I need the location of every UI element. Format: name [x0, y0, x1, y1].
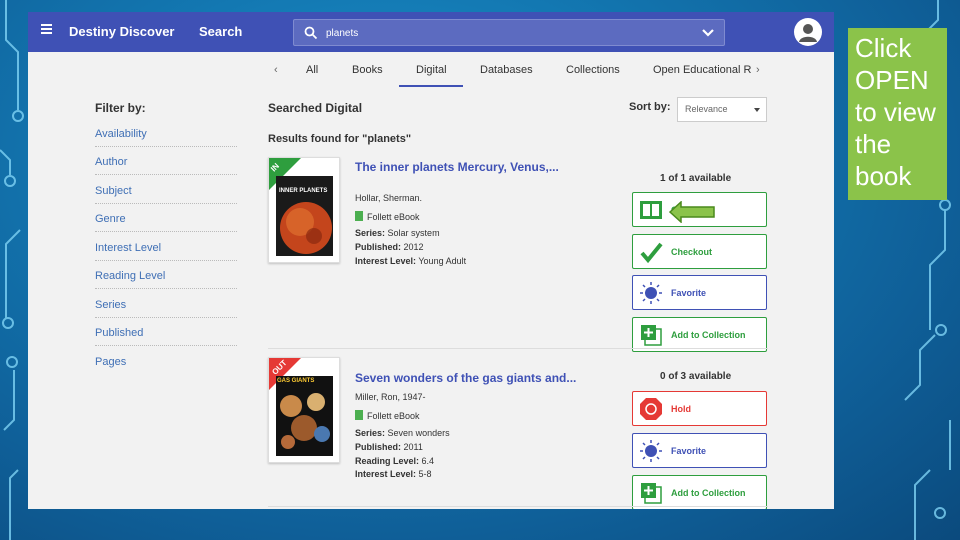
destiny-discover-window: Destiny Discover Search ‹ All Books Digi…	[28, 12, 834, 509]
result-published: Published: 2012	[355, 242, 424, 252]
filter-published[interactable]: Published	[95, 327, 237, 346]
hold-stop-icon	[640, 398, 662, 420]
favorite-label: Favorite	[671, 446, 707, 456]
filter-author[interactable]: Author	[95, 156, 237, 175]
cover-art	[276, 376, 333, 456]
filter-subject[interactable]: Subject	[95, 185, 237, 204]
checkout-button[interactable]: Checkout	[632, 234, 767, 269]
result-item: OUT GAS GIANTS Seven wonders of the gas …	[268, 357, 767, 509]
sort-label: Sort by:	[629, 101, 671, 113]
search-input[interactable]	[326, 24, 686, 42]
favorite-button[interactable]: Favorite	[632, 275, 767, 310]
tab-databases[interactable]: Databases	[480, 64, 533, 76]
result-author[interactable]: Hollar, Sherman.	[355, 193, 422, 203]
add-to-collection-button[interactable]: Add to Collection	[632, 475, 767, 509]
filter-pages[interactable]: Pages	[95, 356, 237, 374]
result-author[interactable]: Miller, Ron, 1947-	[355, 392, 426, 402]
availability-text: 0 of 3 available	[660, 371, 732, 382]
search-icon	[304, 26, 318, 40]
results-found-text: Results found for "planets"	[268, 133, 412, 145]
tab-scroll-left-icon[interactable]: ‹	[274, 64, 278, 76]
pointer-arrow-icon	[669, 201, 715, 223]
result-series: Series: Seven wonders	[355, 428, 450, 438]
divider	[268, 506, 768, 507]
hold-button[interactable]: Hold	[632, 391, 767, 426]
tab-scroll-right-icon[interactable]: ›	[756, 64, 760, 76]
add-to-collection-label: Add to Collection	[671, 488, 746, 498]
tab-books[interactable]: Books	[352, 64, 383, 76]
tab-all[interactable]: All	[306, 64, 318, 76]
tab-open-educational[interactable]: Open Educational R	[653, 64, 755, 76]
favorite-star-icon	[640, 440, 662, 462]
tab-digital[interactable]: Digital	[399, 64, 463, 87]
add-collection-icon	[641, 483, 662, 504]
sort-value: Relevance	[685, 104, 728, 114]
checkmark-icon	[640, 242, 663, 264]
result-series: Series: Solar system	[355, 228, 440, 238]
availability-text: 1 of 1 available	[660, 173, 732, 184]
result-interest-level: Interest Level: 5-8	[355, 469, 432, 479]
filter-genre[interactable]: Genre	[95, 213, 237, 232]
tab-bar: ‹ All Books Digital Databases Collection…	[268, 58, 774, 88]
filter-interest-level[interactable]: Interest Level	[95, 242, 237, 261]
ebook-icon	[355, 211, 363, 221]
instruction-callout: Click OPEN to view the book	[848, 28, 947, 200]
favorite-button[interactable]: Favorite	[632, 433, 767, 468]
results-heading: Searched Digital	[268, 101, 363, 115]
add-to-collection-label: Add to Collection	[671, 330, 746, 340]
result-format: Follett eBook	[355, 410, 420, 421]
result-title[interactable]: The inner planets Mercury, Venus,...	[355, 160, 559, 174]
result-published: Published: 2011	[355, 442, 423, 452]
add-to-collection-button[interactable]: Add to Collection	[632, 317, 767, 352]
favorite-star-icon	[640, 282, 662, 304]
caret-down-icon	[754, 108, 760, 112]
checkout-label: Checkout	[671, 247, 713, 257]
filter-reading-level[interactable]: Reading Level	[95, 270, 237, 289]
favorite-label: Favorite	[671, 288, 707, 298]
ebook-icon	[355, 410, 363, 420]
cover-title: GAS GIANTS	[277, 378, 315, 384]
result-format: Follett eBook	[355, 211, 420, 222]
chevron-down-icon[interactable]	[701, 28, 715, 38]
nav-search-link[interactable]: Search	[199, 24, 242, 39]
filter-series[interactable]: Series	[95, 299, 237, 318]
menu-icon[interactable]	[41, 24, 52, 38]
result-title[interactable]: Seven wonders of the gas giants and...	[355, 371, 576, 385]
sort-select[interactable]: Relevance	[677, 97, 767, 122]
result-interest-level: Interest Level: Young Adult	[355, 256, 467, 266]
tab-collections[interactable]: Collections	[566, 64, 620, 76]
result-reading-level: Reading Level: 6.4	[355, 456, 435, 466]
search-box[interactable]	[293, 19, 725, 46]
book-cover[interactable]: IN INNER PLANETS	[268, 157, 340, 263]
result-item: IN INNER PLANETS The inner planets Mercu…	[268, 157, 767, 352]
hold-label: Hold	[671, 404, 691, 414]
cover-title: INNER PLANETS	[279, 188, 328, 194]
filter-availability[interactable]: Availability	[95, 128, 237, 147]
avatar[interactable]	[794, 18, 822, 46]
book-cover[interactable]: OUT GAS GIANTS	[268, 357, 340, 463]
top-bar: Destiny Discover Search	[28, 12, 834, 52]
brand-title[interactable]: Destiny Discover	[69, 24, 175, 39]
filter-title: Filter by:	[95, 101, 146, 115]
book-open-icon	[640, 201, 662, 219]
add-collection-icon	[641, 325, 662, 346]
divider	[268, 348, 768, 349]
user-icon	[799, 24, 817, 42]
